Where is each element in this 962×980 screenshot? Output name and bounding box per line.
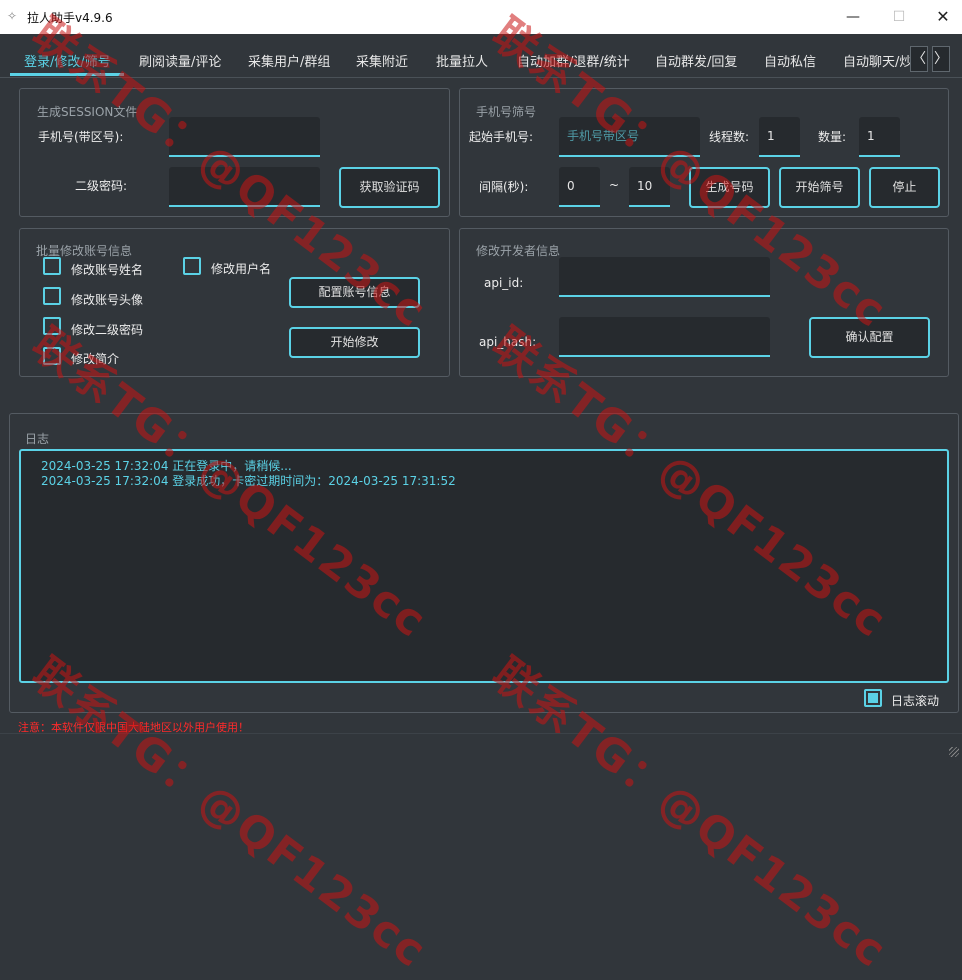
status-bar	[0, 733, 962, 760]
start-phone-label: 起始手机号:	[469, 130, 534, 144]
maximize-button[interactable]: ☐	[876, 0, 922, 34]
modify-bio-checkbox[interactable]	[43, 347, 61, 365]
modify-username-label: 修改用户名	[211, 262, 272, 276]
app-icon: ✧	[7, 9, 18, 23]
log-autoscroll-checkbox[interactable]	[864, 689, 882, 707]
tab-auto-broadcast[interactable]: 自动群发/回复	[655, 51, 737, 77]
title-bar: ✧ 拉人助手v4.9.6 — ☐ ✕	[0, 0, 962, 34]
tab-scroll-right-button[interactable]: 〉	[932, 46, 950, 72]
modify-avatar-label: 修改账号头像	[71, 293, 144, 307]
api-id-input[interactable]	[559, 257, 770, 297]
get-code-button[interactable]: 获取验证码	[339, 167, 440, 208]
api-hash-input[interactable]	[559, 317, 770, 357]
tab-collect-users[interactable]: 采集用户/群组	[248, 51, 330, 77]
close-button[interactable]: ✕	[920, 0, 962, 34]
tab-auto-dm[interactable]: 自动私信	[764, 51, 816, 77]
window-title: 拉人助手v4.9.6	[27, 11, 113, 25]
log-line: 2024-03-25 17:32:04 正在登录中，请稍候...	[41, 459, 292, 473]
interval-to-input[interactable]	[629, 167, 670, 207]
log-output[interactable]: 2024-03-25 17:32:04 正在登录中，请稍候... 2024-03…	[19, 449, 949, 683]
resize-grip-icon[interactable]	[949, 747, 959, 757]
start-filter-button[interactable]: 开始筛号	[779, 167, 860, 208]
active-tab-indicator	[10, 73, 124, 76]
phone-input[interactable]	[169, 117, 320, 157]
log-group-title: 日志	[25, 432, 50, 446]
interval-label: 间隔(秒):	[479, 180, 529, 194]
generate-numbers-button[interactable]: 生成号码	[689, 167, 770, 208]
interval-separator: ~	[609, 178, 620, 192]
log-autoscroll-label: 日志滚动	[891, 694, 940, 708]
tab-collect-nearby[interactable]: 采集附近	[356, 51, 408, 77]
modify-bio-label: 修改简介	[71, 352, 120, 366]
modify-name-label: 修改账号姓名	[71, 263, 144, 277]
api-hash-label: api_hash:	[479, 335, 537, 349]
modify-avatar-checkbox[interactable]	[43, 287, 61, 305]
stop-button[interactable]: 停止	[869, 167, 940, 208]
tab-auto-chat[interactable]: 自动聊天/炒	[843, 51, 911, 77]
start-phone-input[interactable]	[559, 117, 700, 157]
tab-scroll-left-button[interactable]: 〈	[910, 46, 928, 72]
start-modify-button[interactable]: 开始修改	[289, 327, 420, 358]
count-label: 数量:	[818, 130, 847, 144]
tab-auto-join[interactable]: 自动加群/退群/统计	[517, 51, 630, 77]
threads-label: 线程数:	[709, 130, 750, 144]
modify-name-checkbox[interactable]	[43, 257, 61, 275]
api-id-label: api_id:	[484, 276, 524, 290]
developer-group-title: 修改开发者信息	[476, 244, 561, 258]
confirm-config-button[interactable]: 确认配置	[809, 317, 930, 358]
password-label: 二级密码:	[75, 179, 128, 193]
minimize-button[interactable]: —	[830, 0, 876, 34]
interval-from-input[interactable]	[559, 167, 600, 207]
modify-username-checkbox[interactable]	[183, 257, 201, 275]
count-input[interactable]	[859, 117, 900, 157]
phone-label: 手机号(带区号):	[38, 130, 124, 144]
log-line: 2024-03-25 17:32:04 登录成功，卡密过期时间为：2024-03…	[41, 474, 456, 488]
session-group-title: 生成SESSION文件	[37, 105, 138, 119]
config-account-button[interactable]: 配置账号信息	[289, 277, 420, 308]
modify-password-checkbox[interactable]	[43, 317, 61, 335]
password-input[interactable]	[169, 167, 320, 207]
threads-input[interactable]	[759, 117, 800, 157]
modify-password-label: 修改二级密码	[71, 323, 144, 337]
tab-read-count[interactable]: 刷阅读量/评论	[139, 51, 221, 77]
tab-batch-pull[interactable]: 批量拉人	[436, 51, 488, 77]
filter-group-title: 手机号筛号	[476, 105, 537, 119]
